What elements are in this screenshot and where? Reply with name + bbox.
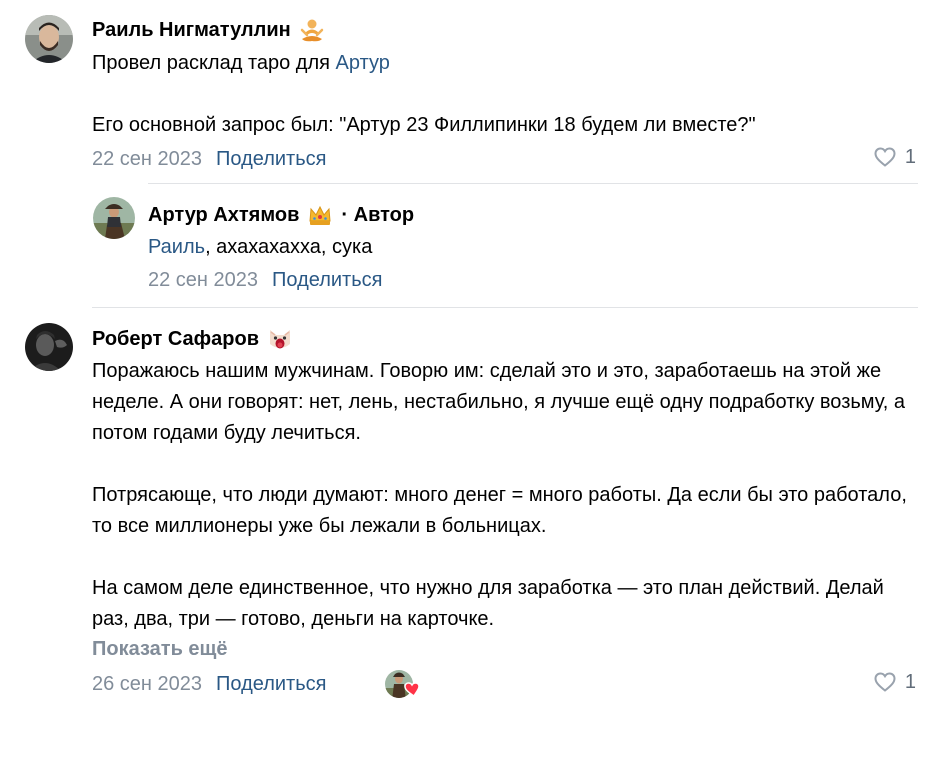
comment-paragraph: Потрясающе, что люди думают: много денег… <box>92 484 907 537</box>
comment-meta: 22 сен 2023 Поделиться <box>92 145 326 173</box>
like-button[interactable]: 1 <box>873 145 916 169</box>
crown-emoji-icon <box>307 202 333 228</box>
heart-outline-icon <box>874 147 896 167</box>
comment-text-rest: , ахахахахха, сука <box>205 236 373 258</box>
avatar-artur-image <box>93 197 135 239</box>
author-name[interactable]: Артур Ахтямов <box>148 201 299 229</box>
share-button[interactable]: Поделиться <box>272 269 382 291</box>
meditation-emoji-icon <box>299 17 325 43</box>
comment-text-intro: Провел расклад таро для <box>92 52 336 74</box>
author-liked-indicator[interactable] <box>384 668 428 700</box>
like-button[interactable]: 1 <box>873 670 916 694</box>
share-button[interactable]: Поделиться <box>216 673 326 695</box>
comment-text: Поражаюсь нашим мужчинам. Говорю им: сде… <box>92 356 920 635</box>
comment-meta: 22 сен 2023 Поделиться <box>148 266 382 294</box>
screaming-cat-emoji-icon <box>267 326 293 352</box>
like-count: 1 <box>904 145 916 168</box>
comment-paragraph: На самом деле единственное, что нужно дл… <box>92 577 884 630</box>
avatar[interactable] <box>93 197 135 239</box>
comment-meta: 26 сен 2023 Поделиться <box>92 670 326 698</box>
comment-paragraph: Поражаюсь нашим мужчинам. Говорю им: сде… <box>92 360 905 444</box>
like-count: 1 <box>904 670 916 693</box>
avatar-robert-image <box>25 323 73 371</box>
avatar-rail-image <box>25 15 73 63</box>
author-liked-avatar-icon <box>385 670 420 698</box>
avatar[interactable] <box>25 15 73 63</box>
author-line: Раиль Нигматуллин <box>92 16 325 44</box>
mention-link[interactable]: Артур <box>336 52 390 74</box>
author-tag: · Автор <box>341 204 415 226</box>
show-more-link[interactable]: Показать ещё <box>92 635 228 663</box>
avatar[interactable] <box>25 323 73 371</box>
comment-date[interactable]: 22 сен 2023 <box>92 148 202 170</box>
mention-link[interactable]: Раиль <box>148 236 205 258</box>
comment-date[interactable]: 26 сен 2023 <box>92 673 202 695</box>
heart-outline-icon <box>874 672 896 692</box>
divider <box>92 307 918 308</box>
author-name[interactable]: Роберт Сафаров <box>92 325 259 353</box>
comment-text-second: Его основной запрос был: "Артур 23 Филли… <box>92 114 756 136</box>
share-button[interactable]: Поделиться <box>216 148 326 170</box>
author-name[interactable]: Раиль Нигматуллин <box>92 16 291 44</box>
author-line: Артур Ахтямов · Автор <box>148 201 414 229</box>
comment-date[interactable]: 22 сен 2023 <box>148 269 258 291</box>
comment-text: Раиль, ахахахахха, сука <box>148 232 888 263</box>
divider <box>148 183 918 184</box>
comment-text: Провел расклад таро для Артур Его основн… <box>92 48 892 141</box>
author-line: Роберт Сафаров <box>92 325 293 353</box>
